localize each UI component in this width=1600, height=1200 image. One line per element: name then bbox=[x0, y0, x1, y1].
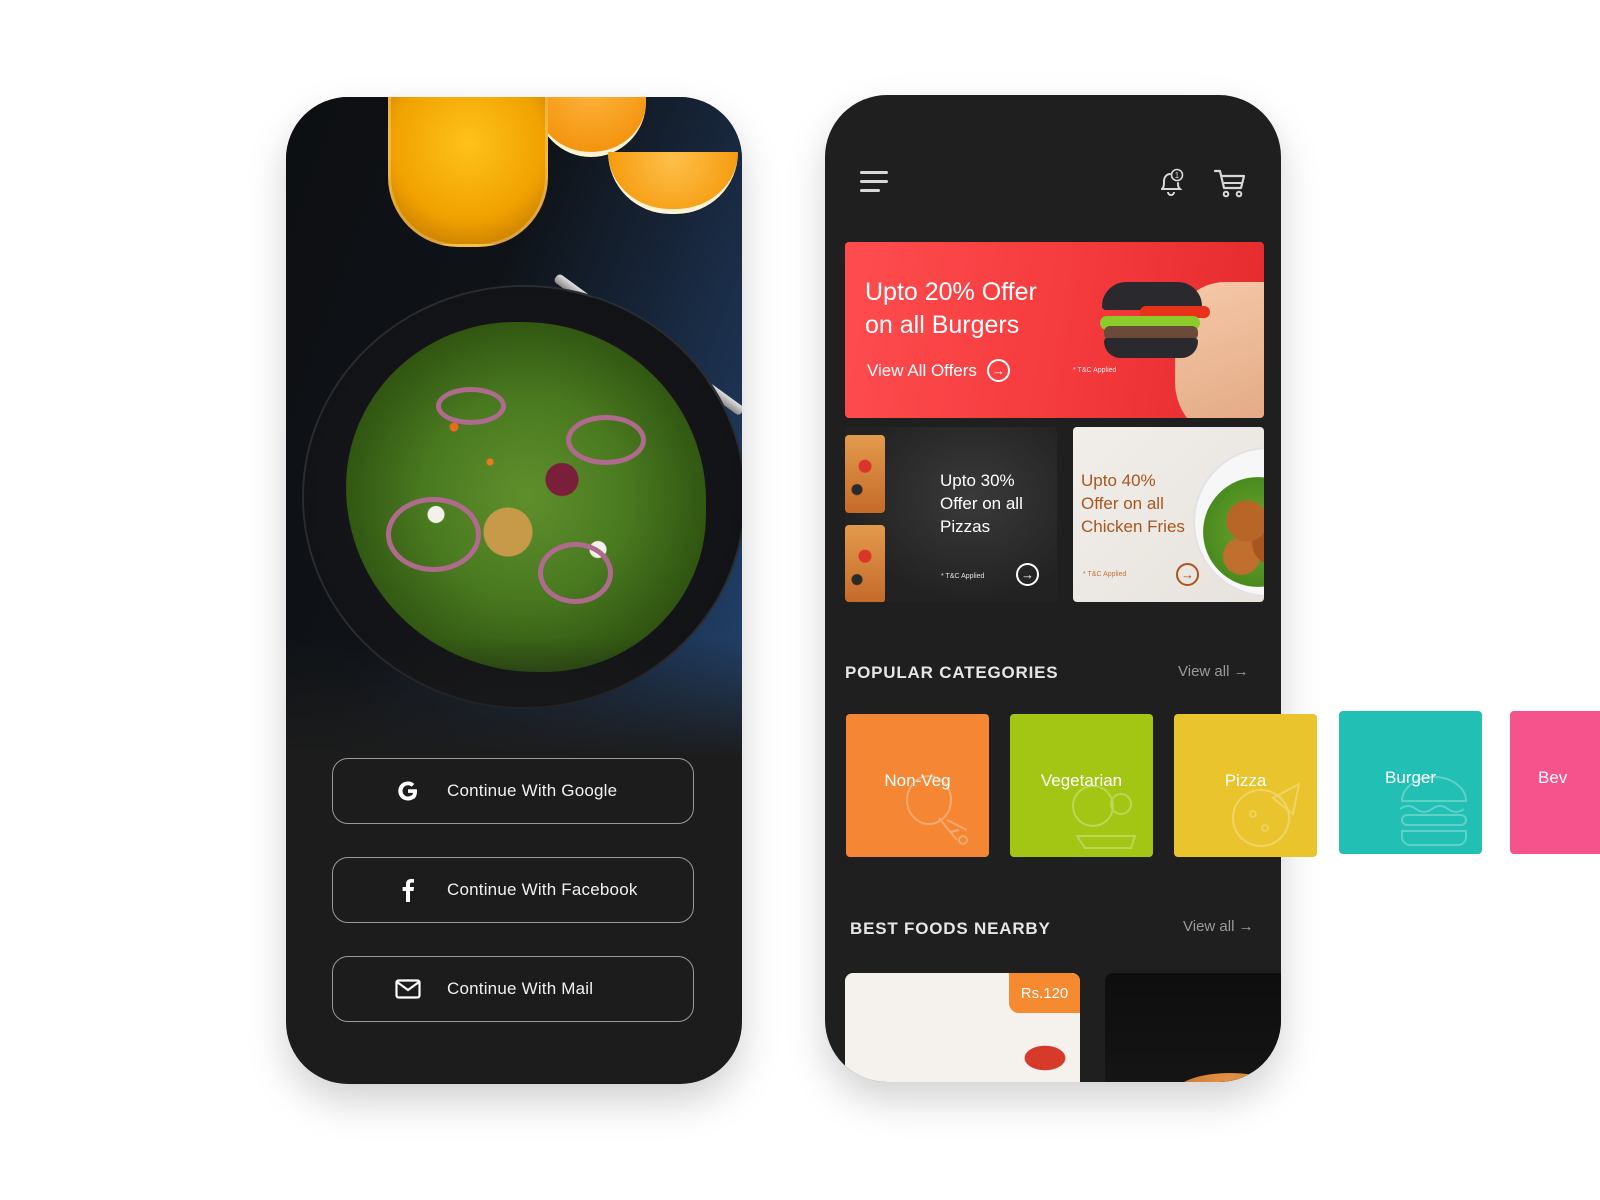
view-all-offers-link[interactable]: View All Offers → bbox=[867, 359, 1010, 382]
chicken-offer-title: Upto 40% Offer on all Chicken Fries bbox=[1081, 469, 1185, 538]
arrow-right-circle-icon: → bbox=[986, 359, 1010, 382]
category-label: Non-Veg bbox=[884, 771, 951, 790]
popular-categories-title: POPULAR CATEGORIES bbox=[845, 663, 1059, 682]
stage: Continue With Google Continue With Faceb… bbox=[0, 0, 1600, 1200]
burger-offer-banner[interactable]: Upto 20% Offer on all Burgers View All O… bbox=[845, 242, 1264, 418]
category-non-veg[interactable]: Non-Veg bbox=[846, 714, 989, 857]
continue-with-facebook-button[interactable]: Continue With Facebook bbox=[332, 857, 694, 923]
offer-title-line: Offer on all bbox=[940, 494, 1023, 513]
pizza-offer-banner[interactable]: Upto 30% Offer on all Pizzas * T&C Appli… bbox=[845, 427, 1057, 602]
terms-note: * T&C Applied bbox=[1083, 571, 1127, 578]
notification-count: 1 bbox=[1175, 171, 1180, 180]
facebook-icon bbox=[393, 875, 423, 905]
offer-title-line: Offer on all bbox=[1081, 494, 1164, 513]
arrow-right-circle-icon[interactable]: → bbox=[1016, 563, 1039, 586]
chicken-offer-banner[interactable]: Upto 40% Offer on all Chicken Fries * T&… bbox=[1073, 427, 1264, 602]
juice-glass bbox=[388, 97, 548, 247]
best-foods-view-all-link[interactable]: View all → bbox=[1183, 918, 1254, 935]
category-label: Pizza bbox=[1224, 771, 1267, 790]
category-label: Vegetarian bbox=[1040, 771, 1123, 790]
continue-with-google-button[interactable]: Continue With Google bbox=[332, 758, 694, 824]
popular-categories-view-all-link[interactable]: View all → bbox=[1178, 663, 1249, 680]
burger-offer-title: Upto 20% Offer on all Burgers bbox=[865, 276, 1085, 342]
offer-title-line: Upto 20% Offer bbox=[865, 278, 1037, 306]
google-icon bbox=[393, 776, 423, 806]
category-label: Bev bbox=[1538, 768, 1568, 787]
burger-image bbox=[1175, 1073, 1281, 1082]
orange-slice bbox=[536, 97, 646, 157]
category-burger[interactable]: Burger bbox=[1339, 711, 1482, 854]
hamburger-menu-icon[interactable] bbox=[860, 171, 890, 195]
offer-title-line: Upto 30% bbox=[940, 471, 1015, 490]
food-card[interactable]: Rs.120 bbox=[845, 973, 1080, 1082]
onion-ring bbox=[386, 497, 481, 572]
mail-icon bbox=[393, 974, 423, 1004]
continue-with-google-label: Continue With Google bbox=[447, 781, 618, 800]
terms-note: * T&C Applied bbox=[941, 573, 985, 580]
terms-note: * T&C Applied bbox=[1073, 367, 1117, 374]
continue-with-facebook-label: Continue With Facebook bbox=[447, 880, 638, 899]
notification-bell-icon[interactable]: 1 bbox=[1155, 167, 1187, 199]
price-badge: Rs.120 bbox=[1009, 973, 1080, 1013]
view-all-offers-label: View All Offers bbox=[867, 360, 977, 380]
category-label: Burger bbox=[1384, 768, 1437, 787]
onion-ring bbox=[436, 387, 506, 425]
pizza-slice-image bbox=[845, 435, 885, 513]
hero-food-image bbox=[286, 97, 742, 757]
food-card[interactable] bbox=[1105, 973, 1281, 1082]
offer-title-line: Upto 40% bbox=[1081, 471, 1156, 490]
continue-with-mail-button[interactable]: Continue With Mail bbox=[332, 956, 694, 1022]
burger-image bbox=[1100, 282, 1210, 367]
continue-with-mail-label: Continue With Mail bbox=[447, 979, 594, 998]
best-foods-title: BEST FOODS NEARBY bbox=[850, 919, 1051, 938]
orange-slice bbox=[608, 152, 738, 214]
category-beverages[interactable]: Bev bbox=[1510, 711, 1600, 854]
arrow-right-circle-icon[interactable]: → bbox=[1176, 563, 1199, 586]
offer-title-line: Chicken Fries bbox=[1081, 517, 1185, 536]
pizza-slice-image bbox=[845, 525, 885, 602]
shopping-cart-icon[interactable] bbox=[1213, 167, 1247, 199]
pizza-offer-title: Upto 30% Offer on all Pizzas bbox=[940, 469, 1023, 538]
home-screen: 1 Upto 20% Offer on all Burgers View All… bbox=[825, 95, 1281, 1082]
login-screen: Continue With Google Continue With Faceb… bbox=[286, 97, 742, 1084]
offer-title-line: Pizzas bbox=[940, 517, 991, 536]
category-vegetarian[interactable]: Vegetarian bbox=[1010, 714, 1153, 857]
category-pizza[interactable]: Pizza bbox=[1174, 714, 1317, 857]
onion-ring bbox=[538, 542, 613, 604]
offer-title-line: on all Burgers bbox=[865, 311, 1020, 339]
onion-ring bbox=[566, 415, 646, 465]
